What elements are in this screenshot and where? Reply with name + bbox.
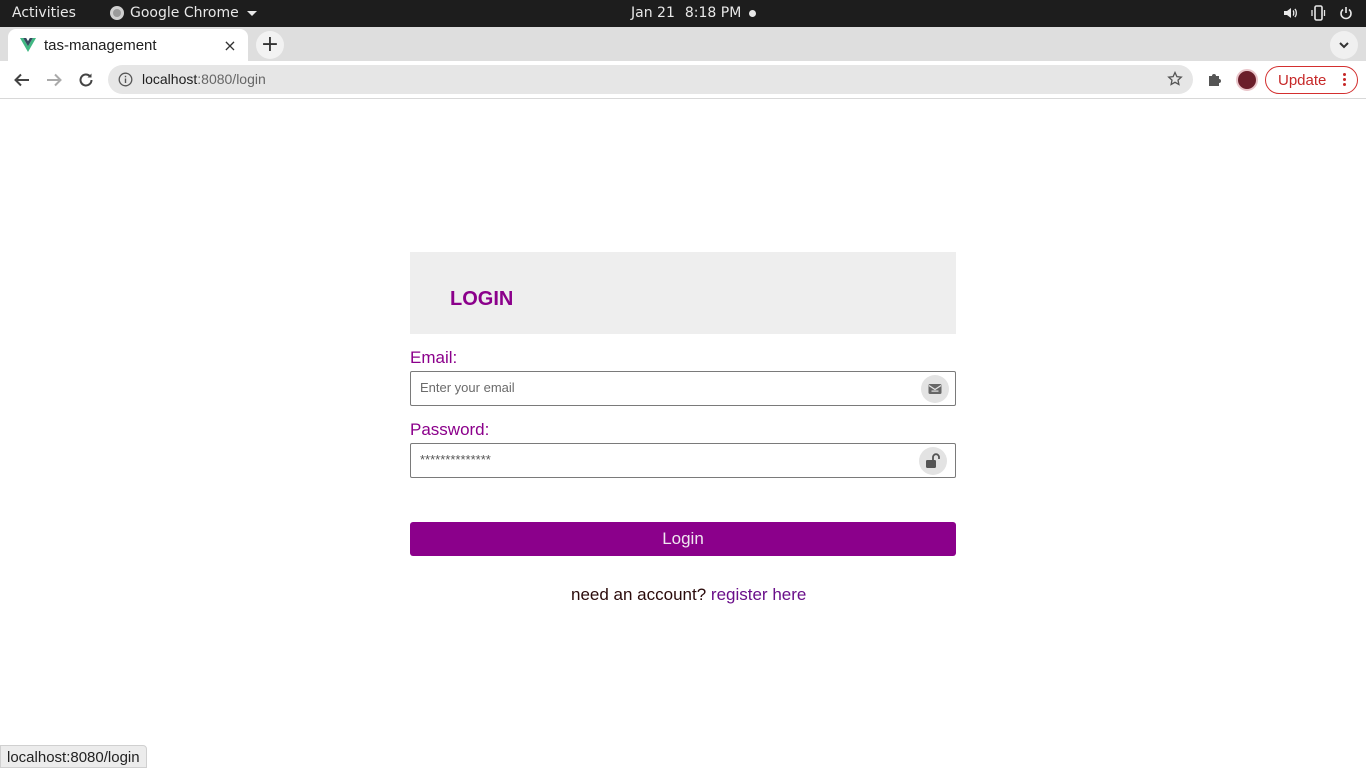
email-icon xyxy=(921,375,949,403)
update-label: Update xyxy=(1278,71,1327,89)
url-text[interactable]: localhost:8080/login xyxy=(142,71,266,87)
info-icon[interactable] xyxy=(118,72,133,87)
system-tray[interactable] xyxy=(1282,5,1354,21)
password-input[interactable] xyxy=(420,452,900,467)
reload-icon xyxy=(79,73,93,87)
tab-search-button[interactable] xyxy=(1330,31,1358,59)
address-bar[interactable]: localhost:8080/login xyxy=(108,65,1193,94)
notification-dot-icon xyxy=(749,10,756,17)
chrome-icon xyxy=(110,6,124,20)
chevron-down-icon xyxy=(1339,42,1349,49)
arrow-left-icon xyxy=(14,73,29,87)
password-label: Password: xyxy=(410,420,490,439)
password-field-wrapper xyxy=(410,443,956,478)
email-label: Email: xyxy=(410,348,458,367)
page-title: LOGIN xyxy=(450,288,514,310)
unlock-icon xyxy=(919,447,947,475)
register-link[interactable]: register here xyxy=(711,585,806,604)
tab-title: tas-management xyxy=(44,36,157,54)
browser-toolbar: localhost:8080/login Update xyxy=(0,61,1366,99)
signup-text: need an account? xyxy=(571,585,707,604)
tab-tas-management[interactable]: tas-management × xyxy=(8,29,248,61)
arrow-right-icon xyxy=(47,73,62,87)
app-name: Google Chrome xyxy=(130,5,239,21)
update-button[interactable]: Update xyxy=(1265,66,1358,94)
email-field-wrapper xyxy=(410,371,956,406)
extensions-puzzle-icon[interactable] xyxy=(1206,71,1224,89)
close-tab-icon[interactable]: × xyxy=(222,36,238,55)
vue-logo-icon xyxy=(20,38,36,52)
system-top-bar: Activities Google Chrome Jan 21 8:18 PM xyxy=(0,0,1366,27)
time-label: 8:18 PM xyxy=(684,5,742,21)
new-tab-button[interactable]: + xyxy=(256,31,284,59)
phone-icon[interactable] xyxy=(1310,5,1326,21)
power-icon[interactable] xyxy=(1338,5,1354,21)
page-content: LOGIN Email: Password: Login need an acc… xyxy=(0,99,1366,768)
reload-button[interactable] xyxy=(74,68,98,92)
activities-button[interactable]: Activities xyxy=(12,5,76,21)
email-input[interactable] xyxy=(420,380,900,395)
clock[interactable]: Jan 21 8:18 PM xyxy=(631,5,741,21)
date-label: Jan 21 xyxy=(631,5,675,21)
profile-avatar[interactable] xyxy=(1236,69,1258,91)
back-button[interactable] xyxy=(10,68,34,92)
app-menu[interactable]: Google Chrome xyxy=(110,5,257,21)
status-bubble: localhost:8080/login xyxy=(0,745,147,768)
tab-strip: tas-management × + xyxy=(0,27,1366,61)
forward-button[interactable] xyxy=(42,68,66,92)
volume-icon[interactable] xyxy=(1282,5,1298,21)
kebab-menu-icon[interactable] xyxy=(1343,73,1347,88)
url-host: localhost xyxy=(142,71,198,87)
login-button[interactable]: Login xyxy=(410,522,956,556)
login-header: LOGIN xyxy=(410,252,956,334)
signup-prompt: need an account? register here xyxy=(571,585,806,605)
url-path: :8080/login xyxy=(197,71,266,87)
bookmark-star-icon[interactable] xyxy=(1167,71,1183,87)
caret-down-icon xyxy=(246,10,257,16)
